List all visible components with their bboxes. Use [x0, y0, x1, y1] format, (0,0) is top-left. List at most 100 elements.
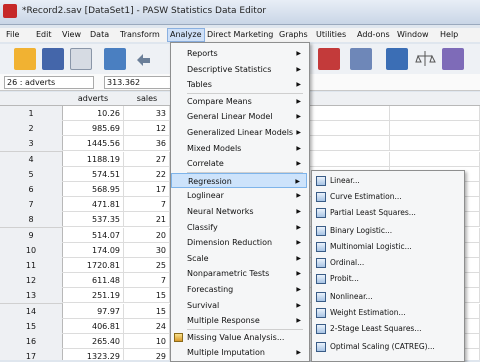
cell-sales[interactable]: 12	[124, 121, 170, 137]
cell-adverts[interactable]: 568.95	[62, 182, 124, 197]
menu-data[interactable]: Data	[90, 30, 109, 39]
cell-value-input[interactable]: 313.362	[104, 76, 172, 89]
analyze-item-mixed-models[interactable]: Mixed Models ▶	[171, 141, 307, 156]
cell-adverts[interactable]: 574.51	[62, 166, 124, 182]
cell-adverts[interactable]: 251.19	[62, 288, 124, 304]
cell-empty[interactable]	[390, 136, 480, 152]
analyze-item-reports[interactable]: Reports ▶	[171, 46, 307, 61]
row-header[interactable]: 2	[0, 121, 63, 138]
cell-adverts[interactable]: 97.97	[62, 303, 124, 319]
row-header[interactable]: 12	[0, 273, 63, 290]
row-header[interactable]: 17	[0, 349, 63, 360]
cell-sales[interactable]: 7	[124, 197, 170, 213]
cell-adverts[interactable]: 1445.56	[62, 136, 124, 152]
row-header[interactable]: 13	[0, 288, 63, 305]
cell-sales[interactable]: 10	[124, 334, 170, 349]
regression-item-weight-estimation[interactable]: Weight Estimation...	[312, 305, 462, 321]
dialog-recall-icon[interactable]	[104, 48, 126, 70]
analyze-item-scale[interactable]: Scale ▶	[171, 251, 307, 266]
analyze-item-multiple-imputation[interactable]: Multiple Imputation ▶	[171, 345, 307, 360]
regression-item-2-stage-least-squares[interactable]: 2-Stage Least Squares...	[312, 321, 462, 337]
regression-item-multinomial-logistic[interactable]: Multinomial Logistic...	[312, 239, 462, 255]
menu-view[interactable]: View	[62, 30, 81, 39]
row-header[interactable]: 10	[0, 242, 63, 259]
analyze-item-missing-value-analysis[interactable]: Missing Value Analysis...	[171, 330, 307, 345]
row-header[interactable]: 9	[0, 227, 63, 244]
undo-icon[interactable]	[132, 48, 154, 70]
menu-window[interactable]: Window	[397, 30, 429, 39]
cell-empty[interactable]	[390, 121, 480, 137]
cell-sales[interactable]: 22	[124, 166, 170, 182]
analyze-item-regression[interactable]: Regression ▶	[171, 172, 307, 188]
cell-sales[interactable]: 7	[124, 273, 170, 289]
analyze-item-loglinear[interactable]: Loglinear ▶	[171, 188, 307, 203]
analyze-item-neural-networks[interactable]: Neural Networks ▶	[171, 204, 307, 219]
cell-empty[interactable]	[390, 151, 480, 167]
regression-item-optimal-scaling-catreg[interactable]: Optimal Scaling (CATREG)...	[312, 339, 462, 355]
cell-empty[interactable]	[390, 106, 480, 121]
analyze-item-correlate[interactable]: Correlate ▶	[171, 156, 307, 171]
regression-item-linear[interactable]: Linear...	[312, 173, 462, 189]
cell-adverts[interactable]: 265.40	[62, 334, 124, 349]
cell-sales[interactable]: 36	[124, 136, 170, 152]
analyze-item-survival[interactable]: Survival ▶	[171, 298, 307, 313]
analyze-item-tables[interactable]: Tables ▶	[171, 77, 307, 92]
analyze-item-generalized-linear-models[interactable]: Generalized Linear Models ▶	[171, 125, 307, 140]
regression-item-binary-logistic[interactable]: Binary Logistic...	[312, 223, 462, 239]
menu-direct-marketing[interactable]: Direct Marketing	[207, 30, 273, 39]
analyze-item-nonparametric-tests[interactable]: Nonparametric Tests ▶	[171, 266, 307, 281]
regression-item-curve-estimation[interactable]: Curve Estimation...	[312, 189, 462, 205]
regression-item-ordinal[interactable]: Ordinal...	[312, 255, 462, 271]
cell-adverts[interactable]: 1720.81	[62, 258, 124, 273]
menu-add-ons[interactable]: Add-ons	[357, 30, 390, 39]
cell-sales[interactable]: 20	[124, 227, 170, 243]
cell-empty[interactable]	[308, 106, 390, 121]
save-icon[interactable]	[42, 48, 64, 70]
cell-sales[interactable]: 15	[124, 303, 170, 319]
regression-item-probit[interactable]: Probit...	[312, 271, 462, 287]
analyze-item-multiple-response[interactable]: Multiple Response ▶	[171, 313, 307, 328]
column-header-var[interactable]	[308, 92, 391, 106]
analyze-item-dimension-reduction[interactable]: Dimension Reduction ▶	[171, 235, 307, 250]
cell-empty[interactable]	[308, 136, 390, 152]
cell-adverts[interactable]: 471.81	[62, 197, 124, 213]
menu-analyze[interactable]: Analyze	[167, 28, 205, 42]
row-header[interactable]: 8	[0, 212, 63, 229]
row-header[interactable]: 15	[0, 318, 63, 335]
weight-cases-icon[interactable]	[414, 48, 436, 70]
analyze-item-classify[interactable]: Classify ▶	[171, 220, 307, 235]
analyze-item-forecasting[interactable]: Forecasting ▶	[171, 282, 307, 297]
cell-adverts[interactable]: 174.09	[62, 242, 124, 258]
analyze-item-descriptive-statistics[interactable]: Descriptive Statistics ▶	[171, 62, 307, 77]
cell-sales[interactable]: 24	[124, 318, 170, 334]
analyze-item-compare-means[interactable]: Compare Means ▶	[171, 94, 307, 109]
menu-transform[interactable]: Transform	[120, 30, 160, 39]
cell-sales[interactable]: 27	[124, 151, 170, 167]
cell-adverts[interactable]: 1188.19	[62, 151, 124, 167]
row-header[interactable]: 3	[0, 136, 63, 153]
cell-adverts[interactable]: 406.81	[62, 318, 124, 334]
cell-adverts[interactable]: 537.35	[62, 212, 124, 228]
column-header-adverts[interactable]: adverts	[62, 92, 125, 106]
cell-sales[interactable]: 29	[124, 349, 170, 360]
cell-adverts[interactable]: 985.69	[62, 121, 124, 137]
split-file-icon[interactable]	[386, 48, 408, 70]
cell-sales[interactable]: 17	[124, 182, 170, 197]
row-header[interactable]: 16	[0, 334, 63, 350]
cell-empty[interactable]	[308, 121, 390, 137]
row-header[interactable]: 14	[0, 303, 63, 320]
column-header-var[interactable]	[390, 92, 480, 106]
print-icon[interactable]	[70, 48, 92, 70]
cell-sales[interactable]: 30	[124, 242, 170, 258]
menu-utilities[interactable]: Utilities	[316, 30, 346, 39]
cell-adverts[interactable]: 1323.29	[62, 349, 124, 360]
cell-empty[interactable]	[308, 151, 390, 167]
regression-item-partial-least-squares[interactable]: Partial Least Squares...	[312, 205, 462, 221]
cell-sales[interactable]: 21	[124, 212, 170, 228]
chart-builder-icon[interactable]	[318, 48, 340, 70]
row-header[interactable]: 4	[0, 151, 63, 168]
menu-graphs[interactable]: Graphs	[279, 30, 308, 39]
cell-adverts[interactable]: 611.48	[62, 273, 124, 289]
menu-help[interactable]: Help	[440, 30, 458, 39]
row-header[interactable]: 6	[0, 182, 63, 198]
